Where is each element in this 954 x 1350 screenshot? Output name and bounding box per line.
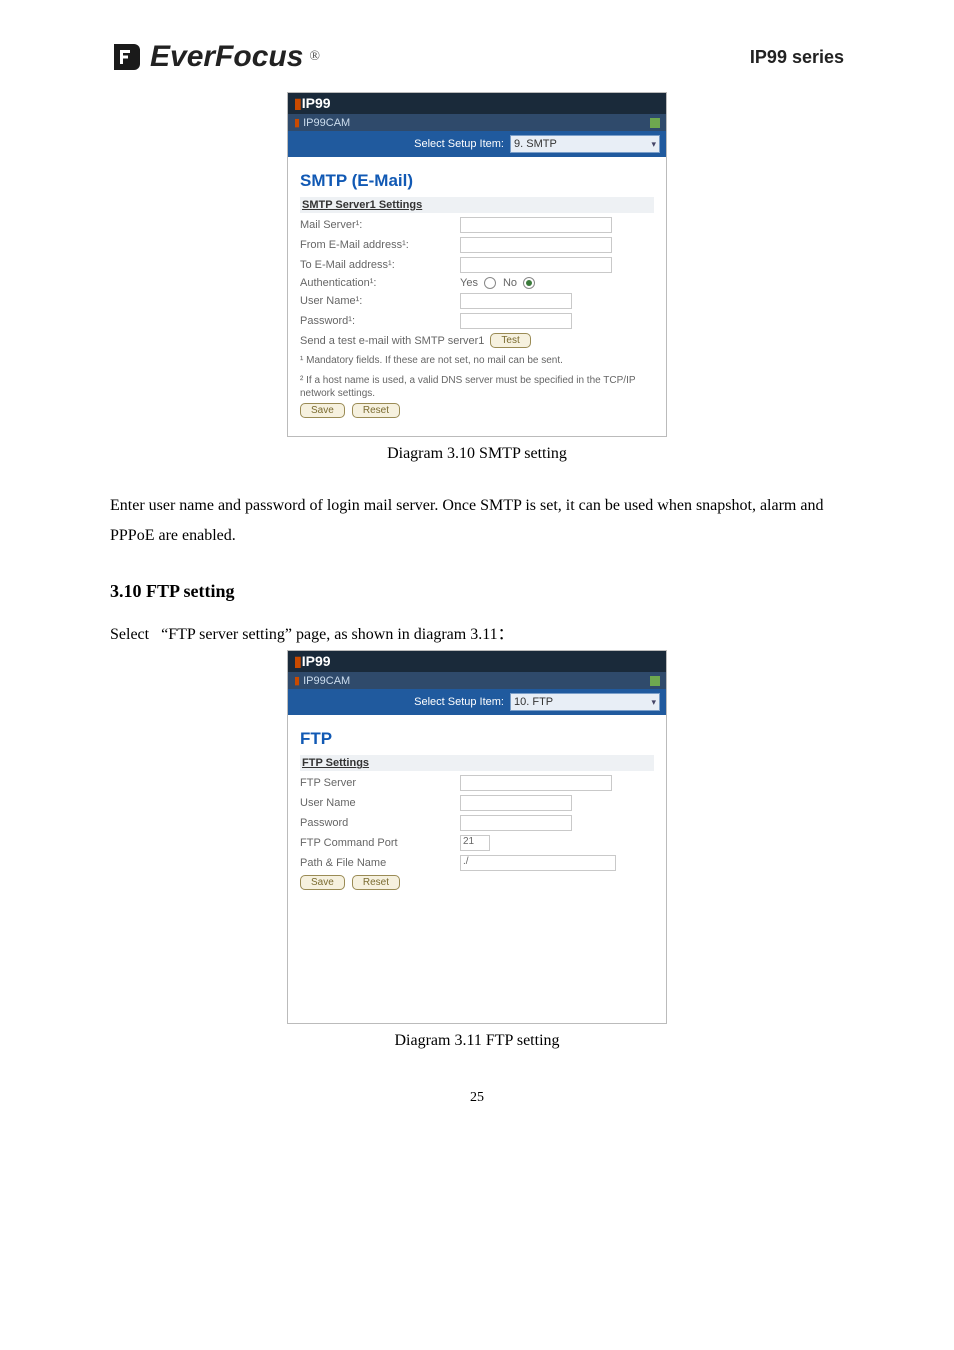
send-test-label: Send a test e-mail with SMTP server1: [300, 335, 484, 347]
smtp-panel: ▮IP99 ▮ IP99CAM Select Setup Item: 9. SM…: [287, 92, 667, 437]
ftp-password-label: Password: [300, 817, 460, 829]
logo-icon: [110, 40, 144, 74]
registered-icon: ®: [309, 49, 320, 65]
series-label: IP99 series: [750, 47, 844, 68]
password-label: Password¹:: [300, 315, 460, 327]
ftp-port-label: FTP Command Port: [300, 837, 460, 849]
smtp-section-title: SMTP Server1 Settings: [300, 197, 654, 213]
chevron-down-icon: ▾: [651, 697, 656, 708]
auth-yes-radio[interactable]: [484, 277, 496, 289]
from-email-label: From E-Mail address¹:: [300, 239, 460, 251]
chevron-down-icon: ▾: [651, 139, 656, 150]
auth-label: Authentication¹:: [300, 277, 460, 289]
figure-caption-2: Diagram 3.11 FTP setting: [110, 1032, 844, 1050]
setup-select-value: 10. FTP: [514, 696, 553, 708]
ftp-section-title: FTP Settings: [300, 755, 654, 771]
ftp-server-label: FTP Server: [300, 777, 460, 789]
setup-select-label: Select Setup Item:: [414, 138, 504, 150]
window-title: ▮IP99: [288, 93, 666, 114]
ftp-user-label: User Name: [300, 797, 460, 809]
auth-yes-label: Yes: [460, 277, 478, 289]
window-title: ▮IP99: [288, 651, 666, 672]
mail-server-input[interactable]: [460, 217, 612, 233]
user-name-input[interactable]: [460, 293, 572, 309]
ftp-password-input[interactable]: [460, 815, 572, 831]
save-button[interactable]: Save: [300, 403, 345, 418]
window-subtitle: ▮ IP99CAM: [288, 672, 666, 689]
reset-button[interactable]: Reset: [352, 403, 400, 418]
ftp-panel: ▮IP99 ▮ IP99CAM Select Setup Item: 10. F…: [287, 650, 667, 1024]
ftp-server-input[interactable]: [460, 775, 612, 791]
setup-select-row: Select Setup Item: 9. SMTP ▾: [288, 131, 666, 157]
user-name-label: User Name¹:: [300, 295, 460, 307]
test-button[interactable]: Test: [490, 333, 530, 348]
window-subtitle: ▮ IP99CAM: [288, 114, 666, 131]
brand-text: EverFocus: [150, 40, 303, 74]
setup-select[interactable]: 10. FTP ▾: [510, 693, 660, 711]
auth-no-radio[interactable]: [523, 277, 535, 289]
section-heading: 3.10 FTP setting: [110, 581, 844, 602]
setup-select-label: Select Setup Item:: [414, 696, 504, 708]
setup-select-value: 9. SMTP: [514, 138, 557, 150]
save-button[interactable]: Save: [300, 875, 345, 890]
ftp-path-input[interactable]: ./: [460, 855, 616, 871]
setup-select[interactable]: 9. SMTP ▾: [510, 135, 660, 153]
ftp-heading: FTP: [300, 729, 654, 749]
paragraph-2: Select “FTP server setting” page, as sho…: [110, 620, 844, 644]
setup-select-row: Select Setup Item: 10. FTP ▾: [288, 689, 666, 715]
page-number: 25: [110, 1090, 844, 1106]
ftp-port-input[interactable]: 21: [460, 835, 490, 851]
ftp-path-label: Path & File Name: [300, 857, 460, 869]
password-input[interactable]: [460, 313, 572, 329]
mail-server-label: Mail Server¹:: [300, 219, 460, 231]
footnote-2: ² If a host name is used, a valid DNS se…: [300, 374, 654, 401]
to-email-input[interactable]: [460, 257, 612, 273]
page-header: EverFocus ® IP99 series: [110, 40, 844, 74]
ftp-user-input[interactable]: [460, 795, 572, 811]
brand-logo: EverFocus ®: [110, 40, 320, 74]
to-email-label: To E-Mail address¹:: [300, 259, 460, 271]
auth-no-label: No: [503, 277, 517, 289]
smtp-heading: SMTP (E-Mail): [300, 171, 654, 191]
footnote-1: ¹ Mandatory fields. If these are not set…: [300, 354, 654, 368]
status-indicator: [650, 118, 660, 128]
reset-button[interactable]: Reset: [352, 875, 400, 890]
figure-caption-1: Diagram 3.10 SMTP setting: [110, 445, 844, 463]
from-email-input[interactable]: [460, 237, 612, 253]
status-indicator: [650, 676, 660, 686]
paragraph-1: Enter user name and password of login ma…: [110, 491, 844, 552]
